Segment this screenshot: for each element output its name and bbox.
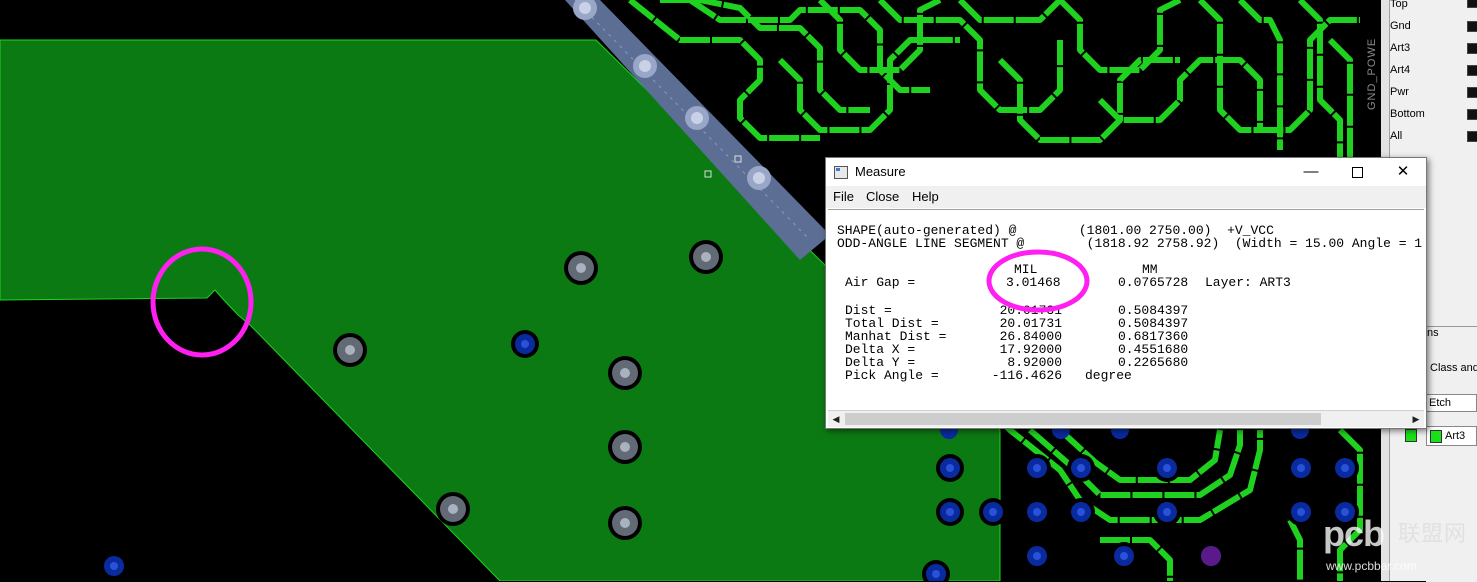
blue-pad-hole — [1163, 508, 1171, 516]
watermark-cn: 联盟网 — [1398, 521, 1468, 546]
blue-pad-hole — [946, 464, 954, 472]
via-hole — [620, 442, 630, 452]
watermark-url: www.pcbbar.com — [1326, 559, 1417, 573]
blue-pad-hole — [1341, 464, 1349, 472]
band-via-hole — [579, 2, 591, 14]
layer-label: All — [1390, 130, 1403, 142]
scroll-right-icon[interactable]: ▶ — [1408, 411, 1424, 427]
subclass-dropdown[interactable]: Art3 — [1426, 426, 1477, 446]
layer-visibility-checkbox[interactable] — [1467, 131, 1477, 142]
scroll-thumb[interactable] — [845, 413, 1321, 425]
layer-row-art4[interactable]: Art4 — [1390, 63, 1477, 85]
gnd-power-label: GND_POWE — [1366, 37, 1378, 110]
maximize-icon — [1351, 166, 1363, 178]
blue-pad-hole — [989, 508, 997, 516]
layer-color-icon — [1430, 429, 1442, 443]
purple-pad — [1201, 546, 1221, 566]
options-panel-title: ns — [1427, 327, 1439, 339]
layer-label: Pwr — [1390, 86, 1409, 98]
via-hole — [345, 345, 355, 355]
class-subclass-label: Class and — [1430, 362, 1477, 374]
layer-row-all[interactable]: All — [1390, 129, 1477, 151]
layer-row-top[interactable]: Top — [1390, 0, 1477, 19]
layer-visibility-checkbox[interactable] — [1467, 109, 1477, 120]
blue-pad-hole — [1297, 464, 1305, 472]
menubar: File Close Help — [826, 186, 1426, 208]
blue-pad-hole — [1297, 508, 1305, 516]
class-dropdown[interactable]: Etch — [1426, 394, 1477, 412]
layer-visibility-checkbox[interactable] — [1467, 0, 1477, 8]
layer-label: Gnd — [1390, 20, 1411, 32]
menu-file[interactable]: File — [833, 189, 854, 204]
close-window-button[interactable]: ✕ — [1380, 158, 1426, 186]
via-hole — [620, 368, 630, 378]
measure-window: Measure — ✕ File Close Help SHAPE(auto-g… — [825, 157, 1427, 429]
measure-output[interactable]: SHAPE(auto-generated) @ (1801.00 2750.00… — [828, 209, 1424, 411]
close-icon: ✕ — [1396, 163, 1410, 180]
layer-label: Top — [1390, 0, 1408, 10]
layer-label: Art4 — [1390, 64, 1411, 76]
layer-row-gnd[interactable]: Gnd — [1390, 19, 1477, 41]
layer-visibility-checkbox[interactable] — [1467, 43, 1477, 54]
via-hole — [701, 252, 711, 262]
blue-pad-hole — [1077, 464, 1085, 472]
via-hole — [576, 263, 586, 273]
layer-row-bottom[interactable]: Bottom — [1390, 107, 1477, 129]
via-hole — [620, 518, 630, 528]
window-title: Measure — [855, 164, 906, 179]
layer-visibility-checkbox[interactable] — [1467, 21, 1477, 32]
layer-row-art3[interactable]: Art3 — [1390, 41, 1477, 63]
watermark-logo: pcb — [1323, 513, 1385, 554]
menu-close[interactable]: Close — [866, 189, 899, 204]
minimize-button[interactable]: — — [1288, 158, 1334, 186]
blue-pad-hole — [1077, 508, 1085, 516]
band-via-hole — [639, 60, 651, 72]
measure-titlebar[interactable]: Measure — ✕ — [826, 158, 1426, 186]
window-app-icon — [834, 166, 848, 179]
blue-pad-hole — [1120, 552, 1128, 560]
layer-visibility-checkbox[interactable] — [1467, 65, 1477, 76]
layer-row-pwr[interactable]: Pwr — [1390, 85, 1477, 107]
mil-highlight-svg — [986, 249, 1090, 313]
blue-pad-hole — [521, 340, 529, 348]
menu-help[interactable]: Help — [912, 189, 939, 204]
band-via-hole — [753, 172, 765, 184]
blue-pad-hole — [1163, 464, 1171, 472]
subclass-value: Art3 — [1445, 430, 1466, 442]
layer-label: Art3 — [1390, 42, 1411, 54]
layer-label: Bottom — [1390, 108, 1425, 120]
blue-pad-hole — [932, 570, 940, 578]
blue-pad-hole — [1033, 552, 1041, 560]
blue-pad-hole — [946, 508, 954, 516]
scroll-left-icon[interactable]: ◀ — [828, 411, 844, 427]
via-hole — [448, 504, 458, 514]
highlight-circle-air-gap — [986, 249, 1090, 313]
band-via-hole — [691, 112, 703, 124]
blue-pad-hole — [1033, 464, 1041, 472]
horizontal-scrollbar[interactable]: ◀ ▶ — [828, 410, 1424, 427]
layer-visibility-checkbox[interactable] — [1467, 87, 1477, 98]
blue-pad-hole — [110, 562, 118, 570]
layer-color-swatch[interactable] — [1405, 429, 1417, 442]
blue-pad-hole — [1033, 508, 1041, 516]
maximize-button[interactable] — [1334, 158, 1380, 186]
